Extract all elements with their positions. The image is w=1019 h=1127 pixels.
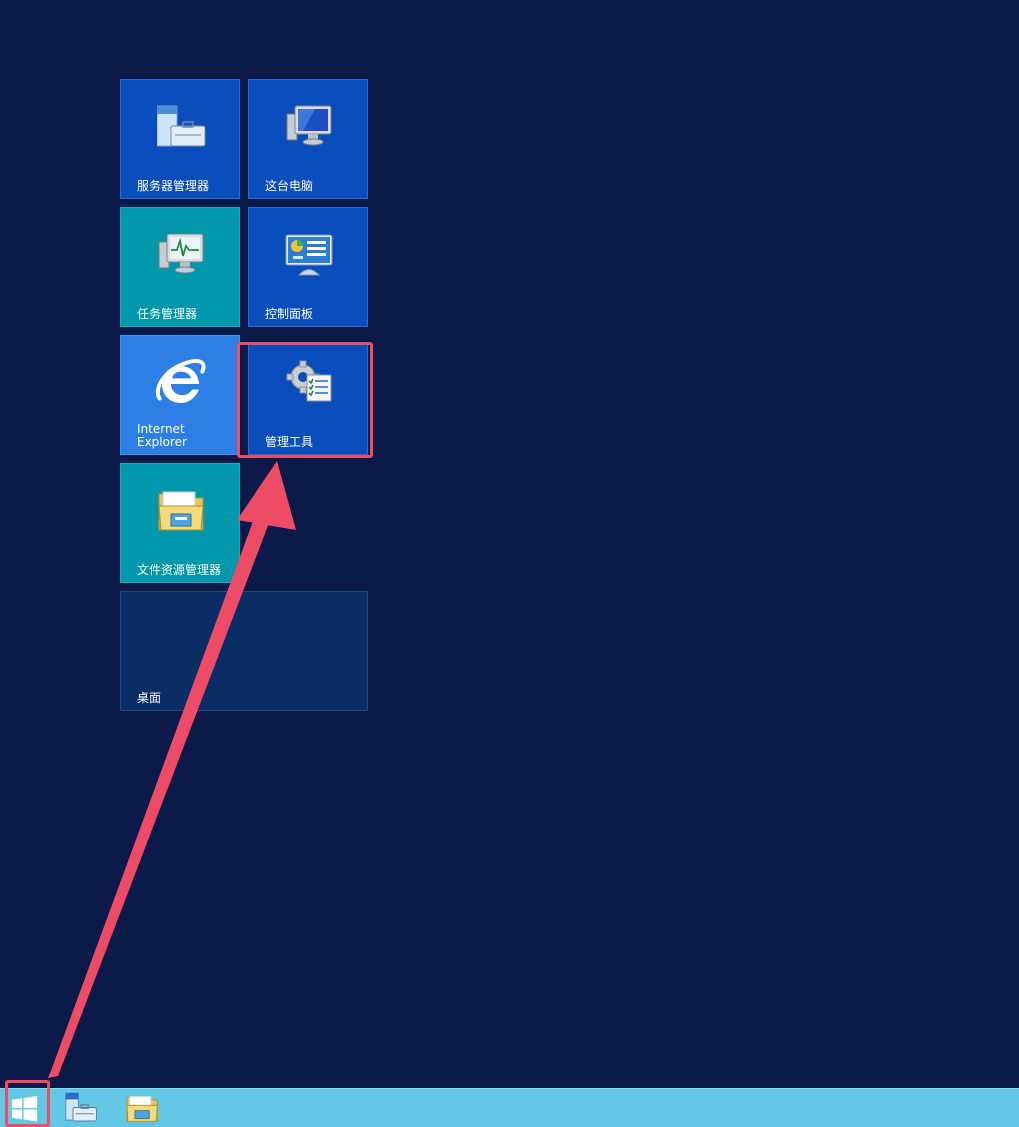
windows-logo-icon (11, 1095, 38, 1122)
taskbar-file-explorer[interactable] (118, 1089, 168, 1127)
folder-icon (126, 1096, 158, 1122)
control-panel-icon (285, 234, 333, 276)
server-manager-icon (157, 105, 206, 147)
tile-control-panel[interactable]: 控制面板 (248, 207, 368, 327)
taskbar (0, 1088, 1019, 1127)
gear-checklist-icon (286, 360, 332, 402)
tile-admin-tools[interactable]: 管理工具 (248, 343, 368, 455)
start-button[interactable] (0, 1089, 50, 1127)
tile-label: 管理工具 (265, 435, 314, 449)
tile-gap (248, 335, 368, 343)
computer-icon (286, 105, 332, 146)
tile-label: 这台电脑 (265, 179, 314, 193)
tile-desktop[interactable]: 桌面 (120, 591, 368, 711)
tile-this-pc[interactable]: 这台电脑 (248, 79, 368, 199)
tile-label: 桌面 (137, 691, 162, 705)
internet-explorer-icon (155, 359, 206, 404)
folder-icon (158, 491, 204, 531)
tile-task-manager[interactable]: 任务管理器 (120, 207, 240, 327)
taskbar-server-manager[interactable] (58, 1089, 108, 1127)
tile-label: 控制面板 (265, 307, 314, 321)
server-manager-icon (65, 1092, 97, 1122)
tile-label: 文件资源管理器 (137, 563, 222, 577)
task-manager-icon (158, 233, 204, 274)
tile-internet-explorer[interactable]: Internet Explorer (120, 335, 240, 455)
tile-label: 服务器管理器 (137, 179, 210, 193)
tile-label: Internet Explorer (137, 422, 187, 449)
tile-server-manager[interactable]: 服务器管理器 (120, 79, 240, 199)
tile-label: 任务管理器 (137, 307, 198, 321)
start-screen: 服务器管理器 这台电脑 任务管理器 控制面板 Internet Explorer… (0, 0, 1019, 1127)
tile-file-explorer[interactable]: 文件资源管理器 (120, 463, 240, 583)
